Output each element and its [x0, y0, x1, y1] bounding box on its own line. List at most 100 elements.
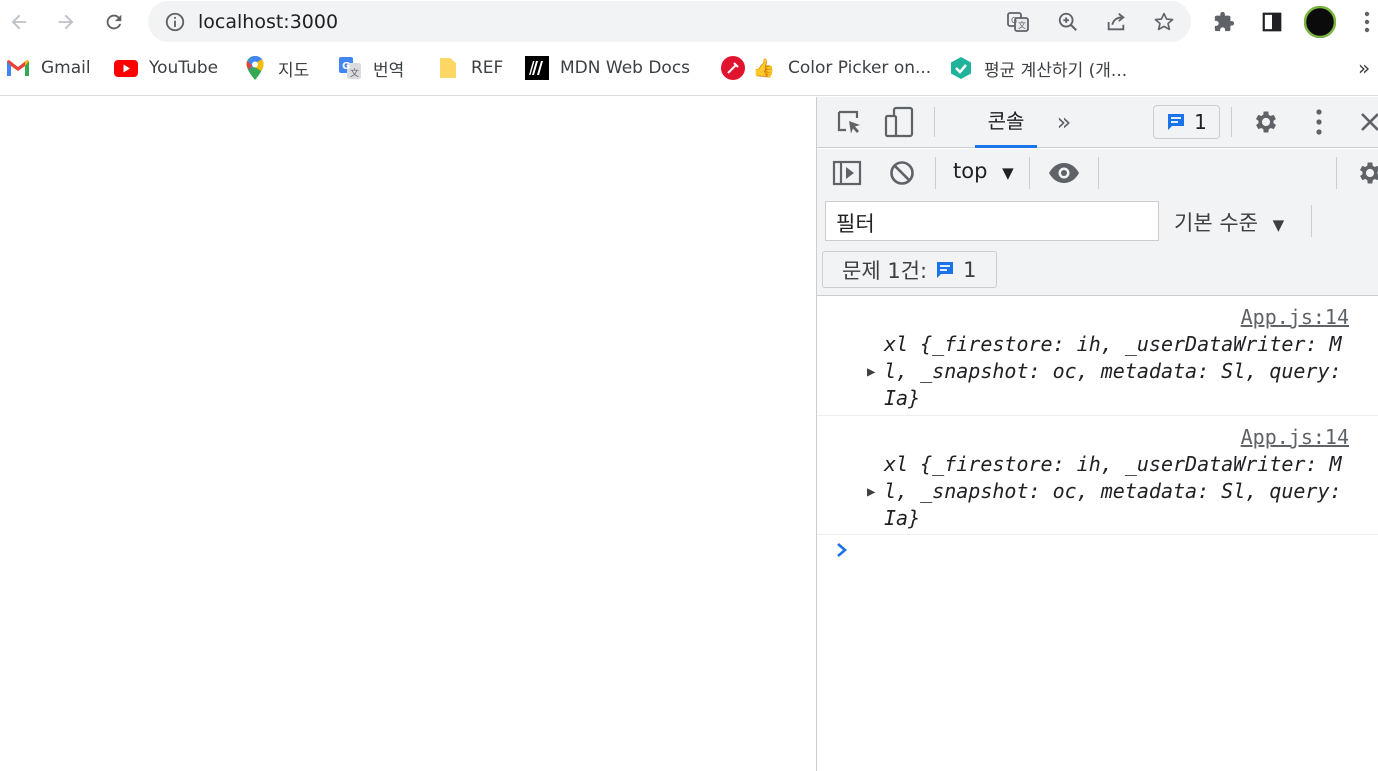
object-line: l, _snapshot: oc, metadata: Sl, query:: [884, 479, 1342, 503]
issues-counter[interactable]: 1: [1153, 105, 1220, 139]
toolbar-divider: [1098, 157, 1099, 189]
devtools-tabbar: 콘솔 » 1: [817, 97, 1378, 148]
bookmark-gmail[interactable]: Gmail: [6, 56, 91, 80]
tab-console[interactable]: 콘솔: [975, 97, 1037, 148]
svg-text:G: G: [342, 61, 350, 72]
bookmark-youtube[interactable]: YouTube: [114, 56, 218, 80]
source-link[interactable]: App.js:14: [1241, 305, 1349, 329]
filter-row: 필터 기본 수준 ▼: [817, 197, 1378, 245]
svg-text:文: 文: [1018, 20, 1026, 30]
browser-toolbar: localhost:3000 G文: [0, 0, 1378, 44]
clear-console-icon[interactable]: [886, 157, 918, 189]
puzzle-icon: [1214, 11, 1235, 32]
browser-menu-button[interactable]: [1351, 6, 1378, 38]
toolbar-divider: [935, 157, 936, 189]
dropdown-triangle-icon: ▼: [1002, 164, 1014, 182]
share-icon[interactable]: [1101, 7, 1131, 37]
console-message: App.js:14 ▶ xl {_firestore: ih, _userDat…: [817, 417, 1378, 535]
side-panel-icon: [1262, 12, 1282, 32]
settings-icon[interactable]: [1251, 107, 1281, 137]
forward-button[interactable]: [50, 6, 82, 38]
live-expression-eye-icon[interactable]: [1047, 157, 1081, 189]
folder-icon: [436, 56, 460, 80]
device-toolbar-icon[interactable]: [883, 106, 915, 138]
devtools-menu-icon[interactable]: [1307, 107, 1331, 137]
logged-object[interactable]: xl {_firestore: ih, _userDataWriter: M l…: [884, 331, 1364, 412]
issues-label: 문제 1건:: [842, 258, 928, 283]
log-levels-dropdown[interactable]: 기본 수준 ▼: [1174, 207, 1284, 237]
bookmark-label: Gmail: [41, 58, 91, 78]
translate-page-icon[interactable]: G文: [1003, 7, 1033, 37]
sidebar-toggle-icon[interactable]: [831, 157, 863, 189]
star-icon[interactable]: [1149, 7, 1179, 37]
filter-input[interactable]: 필터: [825, 201, 1159, 241]
filter-placeholder: 필터: [836, 212, 875, 236]
calc-icon: [949, 56, 973, 80]
bookmark-mdn[interactable]: MDN Web Docs: [525, 56, 690, 80]
expand-triangle-icon[interactable]: ▶: [867, 364, 875, 380]
source-link[interactable]: App.js:14: [1241, 425, 1349, 449]
expand-triangle-icon[interactable]: ▶: [867, 484, 875, 500]
zoom-icon[interactable]: [1053, 7, 1083, 37]
gmail-icon: [6, 56, 30, 80]
info-icon[interactable]: [164, 11, 186, 37]
bookmarks-overflow-button[interactable]: »: [1358, 56, 1370, 80]
youtube-icon: [114, 56, 138, 80]
object-line: xl {_firestore: ih, _userDataWriter: M: [884, 452, 1342, 476]
bookmark-average-calc[interactable]: 평균 계산하기 (개...: [949, 56, 1127, 81]
bookmark-label: 번역: [373, 60, 405, 81]
bookmark-label: YouTube: [149, 58, 219, 78]
page-content: [0, 97, 816, 771]
profile-avatar[interactable]: [1304, 6, 1336, 38]
levels-label: 기본 수준: [1174, 211, 1258, 235]
url-text[interactable]: localhost:3000: [198, 11, 338, 33]
toolbar-divider: [1029, 157, 1030, 189]
filter-divider: [1311, 205, 1312, 237]
arrow-right-icon: [58, 14, 74, 30]
issues-row: 문제 1건: 1: [817, 245, 1378, 296]
object-line: Ia}: [884, 386, 921, 410]
dropdown-triangle-icon: ▼: [1272, 216, 1285, 234]
close-icon[interactable]: [1355, 107, 1378, 137]
extensions-button[interactable]: [1208, 6, 1240, 38]
side-panel-button[interactable]: [1256, 6, 1288, 38]
console-prompt[interactable]: [835, 540, 849, 564]
bookmark-label: MDN Web Docs: [560, 58, 691, 78]
bookmarks-bar: Gmail YouTube 지도 G文 번역 REF MDN Web Docs …: [0, 44, 1378, 96]
logged-object[interactable]: xl {_firestore: ih, _userDataWriter: M l…: [884, 451, 1364, 532]
inspect-element-icon[interactable]: [835, 108, 865, 138]
console-toolbar: top ▼: [817, 149, 1378, 197]
arrow-left-icon: [11, 14, 27, 30]
bookmark-translate[interactable]: G文 번역: [338, 56, 405, 81]
object-line: Ia}: [884, 506, 921, 530]
message-icon: [1168, 114, 1185, 130]
bookmark-folder-ref[interactable]: REF: [436, 56, 503, 80]
thumbs-up-icon: 👍: [752, 57, 776, 79]
issues-button[interactable]: 문제 1건: 1: [822, 251, 997, 288]
svg-text:文: 文: [350, 67, 359, 79]
kebab-menu-icon: [1364, 11, 1370, 33]
bookmark-maps[interactable]: 지도: [243, 56, 310, 81]
reload-icon: [106, 14, 122, 30]
maps-icon: [243, 56, 267, 80]
context-selector[interactable]: top ▼: [953, 159, 1014, 183]
address-bar[interactable]: localhost:3000 G文: [148, 1, 1191, 42]
issues-count: 1: [1194, 110, 1207, 134]
svg-text:G: G: [1011, 16, 1017, 25]
console-message: App.js:14 ▶ xl {_firestore: ih, _userDat…: [817, 297, 1378, 416]
object-line: xl {_firestore: ih, _userDataWriter: M: [884, 332, 1342, 356]
bookmark-label: REF: [471, 58, 504, 78]
bookmark-label: 지도: [278, 60, 310, 81]
more-tabs-button[interactable]: »: [1049, 107, 1079, 137]
prompt-chevron-icon: [837, 543, 847, 557]
context-label: top: [953, 159, 988, 183]
bookmark-label: Color Picker on...: [788, 58, 932, 78]
tabbar-divider: [934, 107, 935, 137]
avatar-icon: [1304, 6, 1336, 38]
object-line: l, _snapshot: oc, metadata: Sl, query:: [884, 359, 1342, 383]
bookmark-color-picker[interactable]: 👍 Color Picker on...: [719, 56, 931, 80]
devtools-panel: 콘솔 » 1 top ▼ 필터 기본 수준 ▼ 문제 1건: 1 App.js:…: [816, 97, 1378, 771]
console-settings-icon[interactable]: [1355, 157, 1378, 189]
back-button[interactable]: [3, 6, 35, 38]
reload-button[interactable]: [98, 6, 130, 38]
